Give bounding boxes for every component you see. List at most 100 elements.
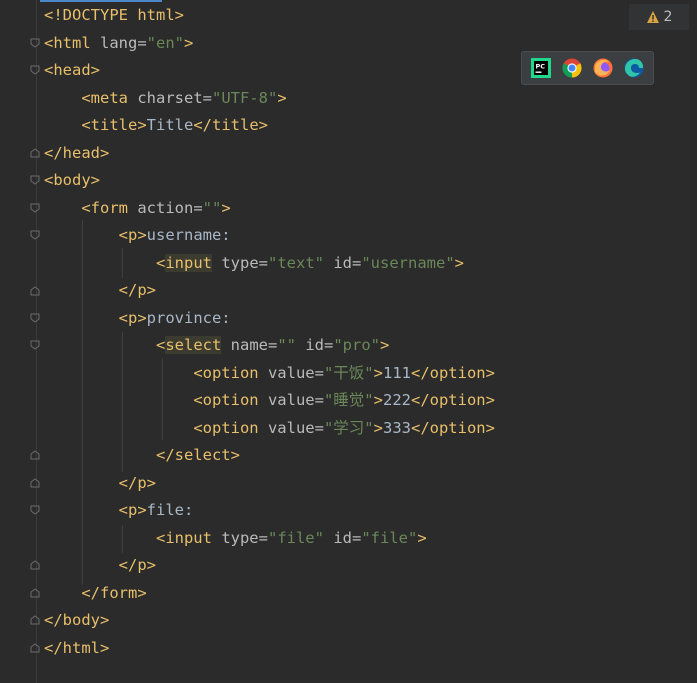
- code-line[interactable]: <p>file:: [44, 497, 697, 525]
- attr-token: id=: [323, 528, 362, 547]
- fold-close-icon[interactable]: [30, 286, 40, 296]
- text-token: Title: [146, 116, 194, 134]
- value-token: "": [202, 198, 222, 217]
- code-lines[interactable]: <!DOCTYPE html> <html lang="en"> <head> …: [44, 2, 697, 662]
- code-line[interactable]: </p>: [44, 552, 697, 580]
- attr-token: type=: [221, 528, 268, 547]
- attr-token: id=: [324, 253, 362, 272]
- attr-token: action=: [137, 198, 203, 217]
- fold-open-icon[interactable]: [30, 313, 40, 323]
- tag-token: </head>: [44, 143, 110, 162]
- fold-close-icon[interactable]: [30, 560, 40, 570]
- tag-token: <input: [155, 528, 222, 547]
- edge-icon[interactable]: [623, 57, 645, 79]
- attr-token: type=: [221, 253, 269, 272]
- text-token: 111: [382, 363, 411, 382]
- pycharm-icon[interactable]: PC: [530, 57, 552, 79]
- fold-close-icon[interactable]: [30, 478, 40, 488]
- code-line[interactable]: </p>: [44, 470, 697, 498]
- code-line[interactable]: <meta charset="UTF-8">: [44, 85, 697, 113]
- code-line[interactable]: <body>: [44, 167, 697, 195]
- value-token: "UTF-8": [211, 88, 278, 107]
- tag-token: >: [373, 363, 383, 382]
- tag-token: </form>: [81, 583, 147, 602]
- text-token: province:: [146, 308, 231, 327]
- text-token: 333: [382, 418, 411, 437]
- chrome-icon[interactable]: [561, 57, 583, 79]
- fold-close-icon[interactable]: [30, 148, 40, 158]
- code-editor[interactable]: <!DOCTYPE html> <html lang="en"> <head> …: [0, 0, 697, 683]
- tag-token: [221, 336, 230, 354]
- code-line[interactable]: <input type="text" id="username">: [44, 250, 697, 278]
- tag-token: <option: [193, 363, 268, 382]
- value-token: "username": [361, 253, 455, 272]
- warning-icon: [646, 11, 659, 23]
- tag-token: </p>: [118, 281, 156, 299]
- firefox-icon[interactable]: [592, 57, 614, 79]
- code-line[interactable]: <option value="睡觉">222</option>: [44, 387, 697, 415]
- fold-open-icon[interactable]: [30, 175, 40, 185]
- fold-open-icon[interactable]: [30, 505, 40, 515]
- tag-token: >: [417, 528, 427, 547]
- inspection-widget[interactable]: 2: [629, 4, 689, 30]
- tag-token: <p>: [118, 501, 147, 519]
- tag-token: </title>: [193, 116, 268, 134]
- attr-token: value=: [267, 363, 324, 382]
- tag-token: </body>: [44, 611, 110, 629]
- code-line[interactable]: <!DOCTYPE html>: [44, 2, 697, 30]
- fold-close-icon[interactable]: [30, 615, 40, 625]
- fold-open-icon[interactable]: [30, 230, 40, 240]
- fold-open-icon[interactable]: [30, 65, 40, 75]
- tag-token: <title>: [81, 116, 147, 134]
- open-in-browser-toolbar: PC: [521, 51, 654, 85]
- fold-open-icon[interactable]: [30, 203, 40, 213]
- code-line[interactable]: </head>: [44, 140, 697, 168]
- svg-text:PC: PC: [536, 63, 546, 71]
- fold-open-icon[interactable]: [30, 38, 40, 48]
- attr-token: value=: [267, 391, 324, 409]
- doctype-token: <!DOCTYPE html>: [44, 6, 184, 24]
- tag-token: <meta: [81, 88, 138, 107]
- fold-open-icon[interactable]: [30, 340, 40, 350]
- code-line[interactable]: <input type="file" id="file">: [44, 525, 697, 553]
- attr-token: value=: [267, 418, 324, 437]
- code-line[interactable]: </form>: [44, 580, 697, 608]
- tag-token: </option>: [410, 363, 495, 382]
- text-token: username:: [146, 226, 231, 244]
- value-token: "pro": [333, 336, 381, 354]
- code-line[interactable]: <option value="干饭">111</option>: [44, 360, 697, 388]
- code-line[interactable]: </html>: [44, 635, 697, 663]
- code-line[interactable]: </body>: [44, 607, 697, 635]
- tag-token: </option>: [410, 418, 495, 437]
- tag-token: </p>: [118, 556, 156, 574]
- tag-token: </p>: [118, 473, 156, 492]
- fold-close-icon[interactable]: [30, 450, 40, 460]
- value-token: "学习": [323, 418, 374, 437]
- tag-token: <form: [81, 198, 138, 217]
- attr-token: name=: [230, 336, 278, 354]
- tag-token: >: [380, 336, 390, 354]
- code-line[interactable]: <p>username:: [44, 222, 697, 250]
- tag-token: </option>: [410, 391, 495, 409]
- value-token: "text": [268, 253, 325, 272]
- code-line[interactable]: <form action="">: [44, 195, 697, 223]
- attr-token: charset=: [137, 88, 212, 107]
- tag-token: <: [155, 336, 166, 354]
- tag-token: >: [454, 253, 465, 272]
- code-line[interactable]: <p>province:: [44, 305, 697, 333]
- code-line[interactable]: </select>: [44, 442, 697, 470]
- highlighted-tag-token: input: [165, 253, 212, 272]
- code-line[interactable]: <select name="" id="pro">: [44, 332, 697, 360]
- fold-close-icon[interactable]: [30, 588, 40, 598]
- tag-token: >: [277, 88, 287, 107]
- tag-token: <: [155, 253, 166, 272]
- tag-token: </select>: [155, 446, 240, 464]
- value-token: "file": [361, 528, 418, 547]
- text-token: 222: [382, 391, 411, 409]
- value-token: "干饭": [323, 363, 374, 382]
- tag-token: <head>: [44, 61, 100, 79]
- code-line[interactable]: <title>Title</title>: [44, 112, 697, 140]
- code-line[interactable]: </p>: [44, 277, 697, 305]
- code-line[interactable]: <option value="学习">333</option>: [44, 415, 697, 443]
- fold-close-icon[interactable]: [30, 643, 40, 653]
